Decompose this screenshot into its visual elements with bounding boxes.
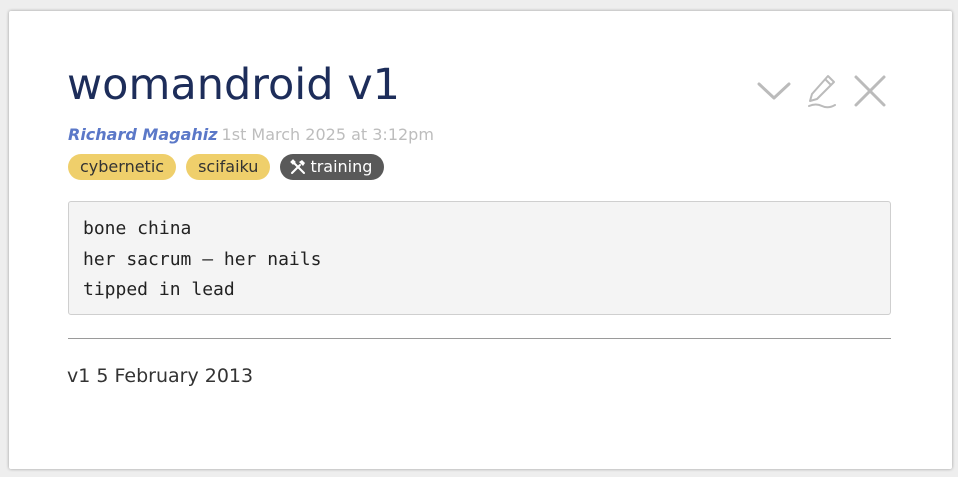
close-button[interactable] [852,71,888,111]
tools-icon [290,159,306,174]
poem-line: her sacrum — her nails [83,248,322,270]
tag-cybernetic[interactable]: cybernetic [68,154,177,180]
tag-training[interactable]: training [280,154,385,180]
close-icon [854,75,886,107]
post-byline: Richard Magahiz 1st March 2025 at 3:12pm [68,125,434,145]
post-title: womandroid v1 [67,60,401,110]
poem-line: tipped in lead [83,279,235,300]
chevron-down-icon [757,82,791,100]
tag-label: cybernetic [80,157,165,176]
section-divider [68,338,891,339]
poem-block: bone china her sacrum — her nails tipped… [68,201,891,315]
collapse-button[interactable] [756,71,792,111]
post-timestamp: 1st March 2025 at 3:12pm [221,125,434,144]
post-card: womandroid v1 Richard Magahiz 1st March 2… [9,11,952,469]
pencil-icon [808,75,836,109]
post-actions-toolbar [756,71,888,111]
poem-line: bone china [83,218,192,239]
tag-list: cybernetic scifaiku training [68,154,385,180]
edit-button[interactable] [804,71,840,111]
author-link[interactable]: Richard Magahiz [68,125,218,144]
tag-label: training [310,157,373,176]
version-note: v1 5 February 2013 [67,365,254,387]
tag-scifaiku[interactable]: scifaiku [186,154,271,180]
tag-label: scifaiku [198,157,259,176]
